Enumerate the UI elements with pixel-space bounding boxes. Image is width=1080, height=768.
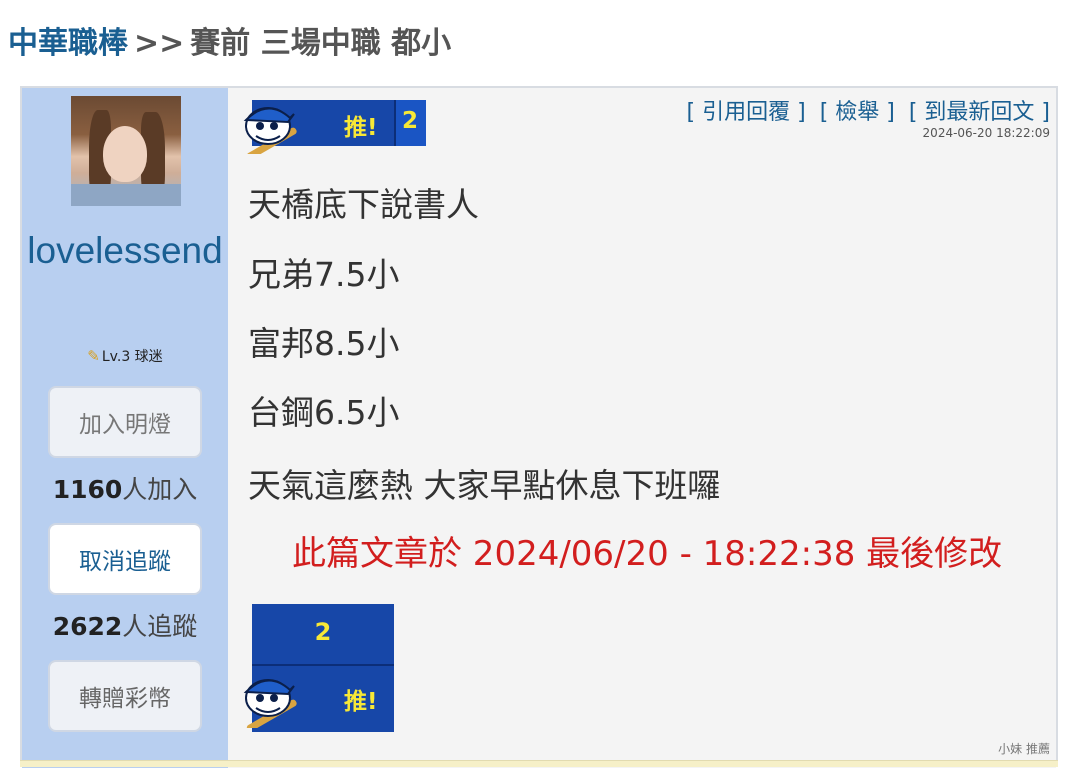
light-count: 1160人加入 <box>22 470 228 506</box>
post-line: 台鋼6.5小 <box>248 393 400 432</box>
light-count-number: 1160 <box>52 475 123 504</box>
baseball-mascot-icon <box>243 107 297 154</box>
unfollow-button[interactable]: 取消追蹤 <box>48 523 202 595</box>
recommend-note: 小妹 推薦 <box>998 742 1050 756</box>
author-sidebar: lovelessend ✎ Lv.3 球迷 加入明燈 1160人加入 取消追蹤 2… <box>22 88 228 768</box>
push-button-label: 推! <box>344 689 378 715</box>
post-timestamp: 2024-06-20 18:22:09 <box>922 126 1050 140</box>
author-level: ✎ Lv.3 球迷 <box>22 346 228 366</box>
author-level-text: Lv.3 球迷 <box>101 349 163 365</box>
follow-count-number: 2622 <box>52 612 123 641</box>
post-line: 天橋底下說書人 <box>248 185 479 224</box>
thread-title: 賽前 三場中職 都小 <box>190 26 452 61</box>
avatar[interactable] <box>71 96 181 206</box>
author-username[interactable]: lovelessend <box>22 228 228 274</box>
latest-reply-link[interactable]: [ 到最新回文 ] <box>909 100 1050 125</box>
follow-count-suffix: 人追蹤 <box>122 612 198 641</box>
push-count: 2 <box>402 108 419 134</box>
post-actions: [ 引用回覆 ] [ 檢舉 ] [ 到最新回文 ] <box>673 94 1050 126</box>
gift-coins-button[interactable]: 轉贈彩幣 <box>48 660 202 732</box>
breadcrumb-separator: >> <box>134 26 185 61</box>
post-line: 兄弟7.5小 <box>248 255 400 294</box>
add-light-button[interactable]: 加入明燈 <box>48 386 202 458</box>
breadcrumb: 中華職棒 >> 賽前 三場中職 都小 <box>8 18 451 62</box>
push-button-count: 2 <box>314 618 332 646</box>
follow-count: 2622人追蹤 <box>22 607 228 643</box>
baseball-bat-icon: ✎ <box>87 347 100 365</box>
edited-note: 此篇文章於 2024/06/20 - 18:22:38 最後修改 <box>292 534 1003 574</box>
quote-reply-link[interactable]: [ 引用回覆 ] <box>687 100 806 125</box>
post-content: 推! 2 [ 引用回覆 ] [ 檢舉 ] [ 到最新回文 ] 2024-06-20 … <box>228 88 1056 768</box>
post-card: lovelessend ✎ Lv.3 球迷 加入明燈 1160人加入 取消追蹤 2… <box>20 86 1058 768</box>
post-line: 天氣這麼熱 大家早點休息下班囉 <box>248 466 721 505</box>
breadcrumb-forum-link[interactable]: 中華職棒 <box>8 26 128 61</box>
push-label: 推! <box>344 115 378 141</box>
light-count-suffix: 人加入 <box>122 475 198 504</box>
baseball-mascot-icon <box>243 679 297 728</box>
push-badge-top[interactable]: 推! 2 <box>243 100 426 154</box>
report-link[interactable]: [ 檢舉 ] <box>820 100 895 125</box>
post-line: 富邦8.5小 <box>248 324 400 363</box>
push-button[interactable]: 2 推! <box>243 604 394 732</box>
